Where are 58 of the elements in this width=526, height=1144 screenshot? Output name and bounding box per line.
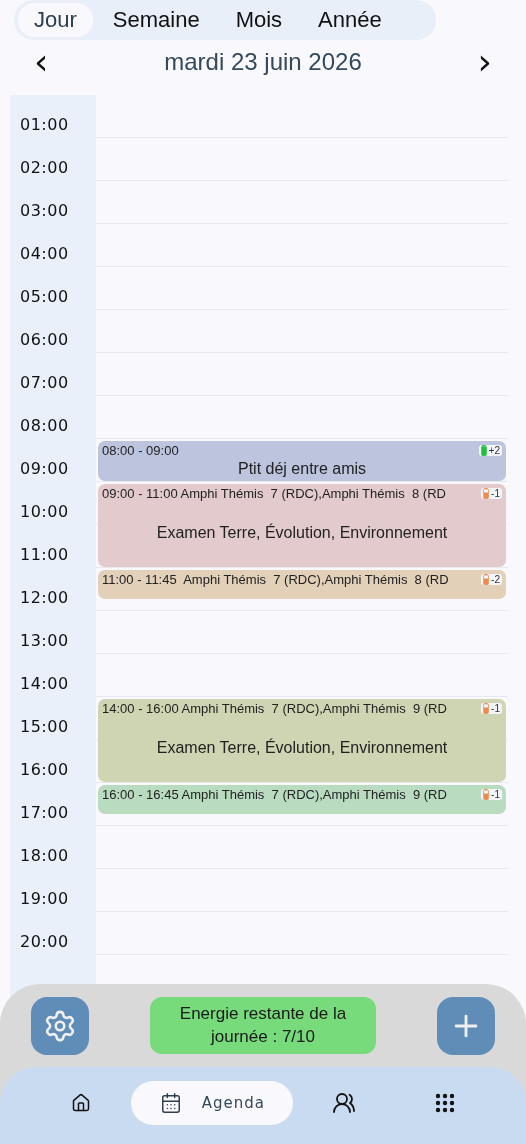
energy-badge: -1 [481, 703, 502, 714]
view-tab[interactable]: Semaine [96, 3, 216, 37]
previous-day-button[interactable]: ‹ [30, 44, 53, 80]
hour-label: 03:00 [20, 201, 69, 220]
hour-label: 02:00 [20, 158, 69, 177]
hour-label: 07:00 [20, 373, 69, 392]
hour-label: 12:00 [20, 588, 69, 607]
event-time-location: 08:00 - 09:00 [102, 443, 179, 458]
view-tab[interactable]: Année [302, 3, 398, 37]
hour-label: 15:00 [20, 717, 69, 736]
hour-label: 13:00 [20, 631, 69, 650]
view-tab[interactable]: Mois [219, 3, 299, 37]
home-icon [70, 1092, 91, 1113]
battery-icon [483, 488, 490, 499]
calendar-event[interactable]: 08:00 - 09:00 +2 Ptit déj entre amis [98, 441, 506, 481]
hour-label: 05:00 [20, 287, 69, 306]
hour-label: 09:00 [20, 459, 69, 478]
hour-label: 01:00 [20, 115, 69, 134]
event-title: Examen Terre, Évolution, Environnement [156, 524, 448, 542]
energy-remaining-banner: Energie restante de la journée : 7/10 [150, 997, 376, 1054]
calendar-event[interactable]: 14:00 - 16:00 Amphi Thémis 7 (RDC),Amphi Thémis 9 (RD -1 Examen Terre, Évolution, Environnement [98, 699, 506, 782]
event-time-location: 14:00 - 16:00 Amphi Thémis 7 (RDC),Amphi Thémis 9 (RD [102, 701, 447, 716]
battery-icon [480, 445, 487, 456]
battery-icon [483, 789, 490, 800]
hour-label: 14:00 [20, 674, 69, 693]
energy-badge: -2 [481, 574, 502, 585]
calendar-event[interactable]: 16:00 - 16:45 Amphi Thémis 7 (RDC),Amphi Thémis 9 (RD -1 [98, 785, 506, 815]
hour-label: 11:00 [20, 545, 69, 564]
hour-label: 17:00 [20, 803, 69, 822]
event-title: Examen Terre, Évolution, Environnement [156, 739, 448, 757]
event-time-location: 09:00 - 11:00 Amphi Thémis 7 (RDC),Amphi Thémis 8 (RD [102, 486, 446, 501]
settings-icon [43, 1008, 77, 1043]
calendar-event[interactable]: 11:00 - 11:45 Amphi Thémis 7 (RDC),Amphi Thémis 8 (RD -2 [98, 570, 506, 600]
add-button[interactable] [437, 996, 495, 1055]
hour-label: 08:00 [20, 416, 69, 435]
calendar-icon [159, 1091, 182, 1114]
energy-badge: -1 [481, 488, 502, 499]
energy-badge: -1 [481, 789, 502, 800]
hour-label: 19:00 [20, 889, 69, 908]
view-tab[interactable]: Jour [18, 3, 93, 37]
energy-badge: +2 [478, 445, 502, 456]
hour-label: 06:00 [20, 330, 69, 349]
battery-icon [483, 703, 490, 714]
battery-icon [483, 574, 490, 585]
people-icon [332, 1090, 356, 1115]
next-day-button[interactable]: › [473, 44, 496, 80]
event-time-location: 16:00 - 16:45 Amphi Thémis 7 (RDC),Amphi Thémis 9 (RD [102, 787, 447, 802]
current-date: mardi 23 juin 2026 [164, 48, 362, 76]
hour-label: 16:00 [20, 760, 69, 779]
hour-label: 10:00 [20, 502, 69, 521]
calendar-event[interactable]: 09:00 - 11:00 Amphi Thémis 7 (RDC),Amphi Thémis 8 (RD -1 Examen Terre, Évolution, Environnement [98, 484, 506, 567]
hour-label: 04:00 [20, 244, 69, 263]
nav-item[interactable]: Agenda [131, 1080, 294, 1125]
settings-button[interactable] [31, 996, 89, 1055]
hour-label: 20:00 [20, 932, 69, 951]
event-title: Ptit déj entre amis [237, 459, 367, 478]
event-time-location: 11:00 - 11:45 Amphi Thémis 7 (RDC),Amphi Thémis 8 (RD [102, 572, 449, 587]
hour-label: 18:00 [20, 846, 69, 865]
